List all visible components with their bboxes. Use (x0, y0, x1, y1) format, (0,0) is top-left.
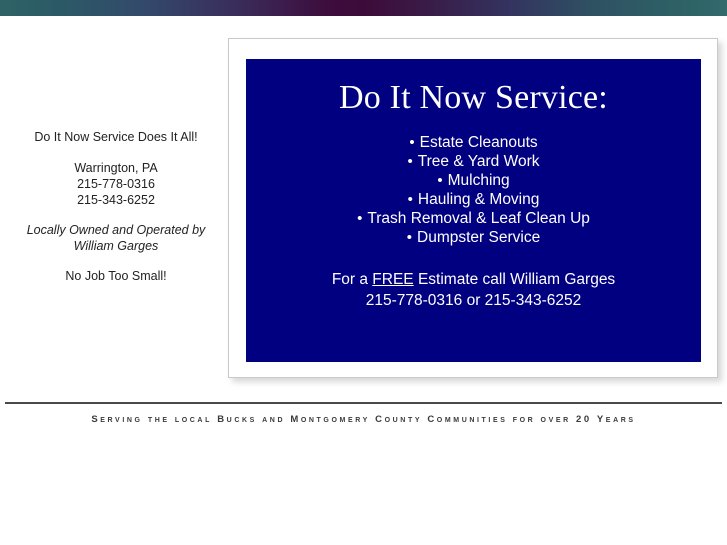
service-card: Do It Now Service: • Estate Cleanouts • Tr… (228, 38, 718, 378)
list-item: • Mulching (246, 171, 701, 190)
panel-title: Do It Now Service: (339, 79, 608, 116)
bullet-icon: • (437, 172, 443, 189)
list-item: • Dumpster Service (246, 228, 701, 247)
cta-phone-line: 215-778-0316 or 215-343-6252 (365, 292, 582, 309)
service-list: • Estate Cleanouts • Tree & Yard Work • Mul… (246, 133, 701, 247)
bullet-icon: • (357, 210, 363, 227)
business-location: Warrington, PA (74, 161, 158, 175)
service-label: Estate Cleanouts (419, 134, 538, 151)
ownership-line-2: William Garges (73, 239, 159, 253)
business-tagline: Do It Now Service Does It All! (34, 130, 198, 144)
bullet-icon: • (406, 229, 413, 246)
cta-free-emphasis: FREE (372, 271, 414, 288)
bullet-icon: • (409, 134, 415, 151)
business-slogan: No Job Too Small! (65, 269, 167, 283)
list-item: • Estate Cleanouts (246, 133, 701, 152)
cta-suffix: Estimate call William Garges (413, 271, 616, 288)
service-label: Dumpster Service (417, 229, 541, 246)
list-item: • Tree & Yard Work (246, 152, 701, 171)
business-phone-secondary: 215-343-6252 (77, 193, 155, 207)
cta-prefix: For a (331, 271, 373, 288)
bullet-icon: • (407, 191, 413, 208)
service-label: Tree & Yard Work (417, 153, 540, 170)
list-item: • Trash Removal & Leaf Clean Up (246, 209, 701, 228)
cta-estimate-line: For a FREE Estimate call William Garges (246, 269, 701, 290)
top-gradient-banner (0, 0, 727, 16)
list-item: • Hauling & Moving (246, 190, 701, 209)
ownership-line-1: Locally Owned and Operated by (26, 223, 206, 237)
service-label: Hauling & Moving (417, 191, 540, 208)
footer-divider (5, 402, 722, 404)
business-info-column: Do It Now Service Does It All! Warringto… (0, 129, 232, 284)
business-phone-primary: 215-778-0316 (77, 177, 155, 191)
service-panel: Do It Now Service: • Estate Cleanouts • Tr… (246, 59, 701, 362)
service-label: Mulching (447, 172, 510, 189)
bullet-icon: • (407, 153, 413, 170)
page-body: Do It Now Service Does It All! Warringto… (0, 16, 727, 545)
footer-tagline: Serving the local Bucks and Montgomery C… (91, 414, 636, 425)
service-label: Trash Removal & Leaf Clean Up (367, 210, 590, 227)
call-to-action: For a FREE Estimate call William Garges … (246, 269, 701, 311)
